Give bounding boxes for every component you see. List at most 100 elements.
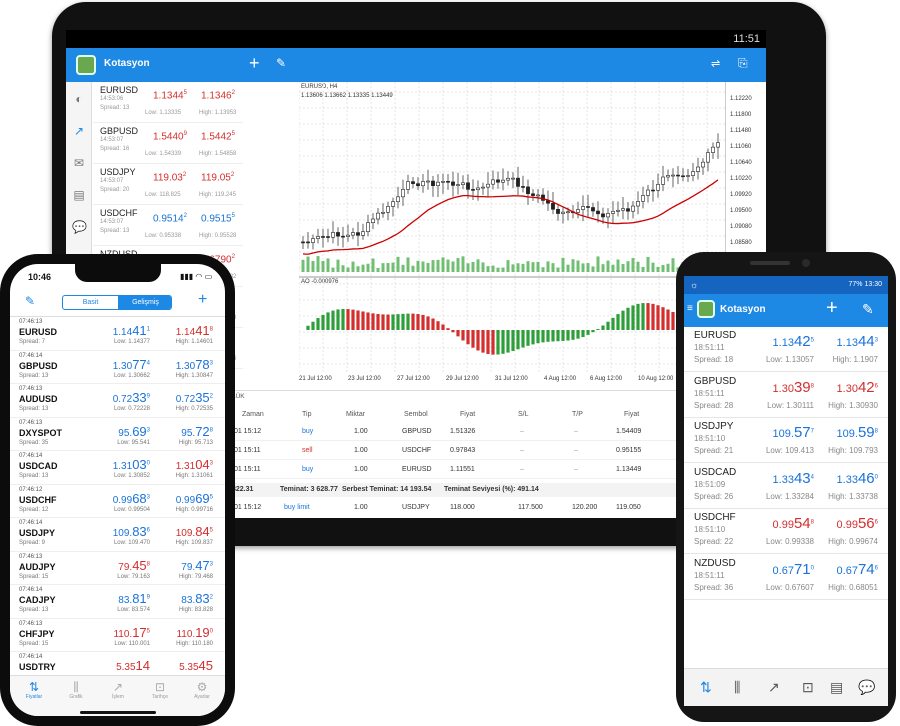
volume-bar bbox=[521, 263, 525, 272]
tab-label: Tarihçe bbox=[151, 694, 169, 700]
volume-bar bbox=[626, 261, 630, 272]
candle-body bbox=[406, 181, 410, 190]
quote-row[interactable]: 07:46:12 USDCHF Spread: 12 0.99683 0.99695 Lo… bbox=[10, 485, 225, 518]
tab-3[interactable]: ⊡ Tarihçe bbox=[140, 680, 180, 700]
quote-row[interactable]: EURUSD 14:53:06 Spread: 13 1.13445 1.13462 Lo… bbox=[93, 82, 243, 123]
bid-pips: 17 bbox=[132, 624, 147, 640]
quote-bid: 0.99683 bbox=[113, 491, 150, 506]
history-tab-icon[interactable]: ⊡ bbox=[802, 679, 814, 696]
quote-row[interactable]: 07:46:14 GBPUSD Spread: 13 1.30774 1.30783 Lo… bbox=[10, 351, 225, 384]
trade-column-header: Tip bbox=[302, 411, 312, 418]
order-cell-time: .01 15:12 bbox=[232, 504, 262, 511]
quote-row[interactable]: 07:46:14 CADJPY Spread: 13 83.819 83.832 Low:… bbox=[10, 585, 225, 619]
volume-bar bbox=[426, 262, 430, 272]
volume-bar bbox=[316, 256, 320, 272]
quote-row[interactable]: 07:46:13 EURUSD Spread: 7 1.14411 1.14418 Low… bbox=[10, 317, 225, 351]
quote-spread: Spread: 16 bbox=[100, 146, 130, 152]
volume-bar bbox=[516, 263, 520, 272]
ask-point: 6 bbox=[874, 519, 878, 526]
quote-row[interactable]: 07:46:13 CHFJPY Spread: 15 110.175 110.190 Lo… bbox=[10, 619, 225, 652]
trade-cell-sl-dash: – bbox=[520, 428, 524, 435]
quote-symbol: USDCAD bbox=[19, 461, 58, 471]
chat-icon[interactable]: 💬 bbox=[72, 220, 87, 234]
price-chart[interactable]: EURUSD, H4 1.13606 1.13662 1.13335 1.134… bbox=[299, 82, 725, 387]
candle-body bbox=[371, 218, 375, 224]
bid-prefix: 0.67 bbox=[772, 564, 794, 577]
ask-pips: 35 bbox=[195, 390, 210, 405]
quote-row[interactable]: GBPUSD 14:53:07 Spread: 16 1.54409 1.54425 Lo… bbox=[93, 123, 243, 164]
order-cell-sl: 117.500 bbox=[518, 504, 543, 511]
bid-pips: 81 bbox=[132, 591, 147, 606]
candle-body bbox=[376, 212, 380, 220]
candle-body bbox=[676, 174, 680, 177]
quote-row[interactable]: EURUSD 18:51:11 Spread: 18 1.13425 1.13443 Lo… bbox=[684, 327, 888, 372]
volume-bar bbox=[401, 264, 405, 272]
chat-tab-icon[interactable]: 💬 bbox=[858, 679, 875, 696]
trade-cell-cur: 1.13449 bbox=[616, 466, 642, 473]
quote-row[interactable]: USDCHF 14:53:07 Spread: 13 0.95142 0.95155 Lo… bbox=[93, 205, 243, 246]
ao-bar bbox=[396, 314, 400, 330]
quotes-tab-icon[interactable]: ⇅ bbox=[700, 679, 712, 696]
edit-pencil-icon[interactable]: ✎ bbox=[276, 56, 286, 70]
quote-row[interactable]: GBPUSD 18:51:11 Spread: 28 1.30398 1.30426 Lo… bbox=[684, 373, 888, 418]
add-symbol-icon[interactable]: + bbox=[249, 53, 260, 74]
quote-row[interactable]: NZDUSD 18:51:11 Spread: 36 0.67710 0.67746 Lo… bbox=[684, 555, 888, 600]
volume-bar bbox=[451, 261, 455, 272]
quote-row[interactable]: 07:46:13 AUDUSD Spread: 13 0.72339 0.72352 Lo… bbox=[10, 384, 225, 418]
ao-bar bbox=[601, 325, 605, 330]
trade-cell-type: buy bbox=[302, 428, 314, 435]
add-symbol-icon[interactable]: + bbox=[826, 297, 838, 320]
bid-main: 119.03 bbox=[153, 172, 183, 184]
bid-pips: 41 bbox=[132, 323, 147, 338]
quote-row[interactable]: USDJPY 18:51:10 Spread: 21 109.577 109.598 Lo… bbox=[684, 418, 888, 463]
quote-row[interactable]: USDCAD 18:51:09 Spread: 26 1.33434 1.33460 Lo… bbox=[684, 464, 888, 509]
quote-time: 07:46:13 bbox=[19, 386, 43, 392]
tab-4[interactable]: ⚙ Ayarlar bbox=[182, 680, 222, 700]
volume-bar bbox=[541, 267, 545, 272]
quotes-icon[interactable]: ◐ bbox=[72, 92, 86, 106]
trade-cell-time: .01 15:11 bbox=[232, 466, 261, 473]
bid-prefix: 0.72 bbox=[112, 394, 133, 405]
quote-spread: Spread: 12 bbox=[19, 506, 49, 513]
sun-icon: ☼ bbox=[690, 280, 699, 290]
chart-icon[interactable]: ↗ bbox=[72, 124, 86, 138]
ao-bar bbox=[366, 312, 370, 330]
quote-row[interactable]: 07:46:14 USDJPY Spread: 9 109.836 109.845 Low… bbox=[10, 518, 225, 552]
tab-0[interactable]: ⇅ Fiyatlar bbox=[14, 680, 54, 700]
candle-body bbox=[716, 142, 720, 148]
quote-row[interactable]: 07:46:14 USDCAD Spread: 13 1.31030 1.31043 Lo… bbox=[10, 451, 225, 485]
trade-cell-symbol: GBPUSD bbox=[402, 428, 432, 435]
edit-pencil-icon[interactable]: ✎ bbox=[25, 294, 35, 308]
edit-pencil-icon[interactable]: ✎ bbox=[862, 301, 874, 318]
new-order-icon[interactable]: ⎘ bbox=[738, 56, 748, 71]
news-icon[interactable]: ▤ bbox=[72, 188, 86, 202]
trade-cell-volume: 1.00 bbox=[354, 447, 368, 454]
add-symbol-icon[interactable]: + bbox=[198, 291, 207, 309]
bid-point: 8 bbox=[810, 519, 814, 526]
quote-row[interactable]: 07:46:13 DXYSPOT Spread: 35 95.693 95.728 Low… bbox=[10, 418, 225, 451]
segment-advanced[interactable]: Gelişmiş bbox=[118, 296, 171, 309]
bid-sup: 5 bbox=[183, 90, 187, 96]
candle-body bbox=[446, 181, 450, 183]
news-tab-icon[interactable]: ▤ bbox=[830, 679, 843, 696]
tab-1[interactable]: ⫼ Grafik bbox=[56, 680, 96, 700]
trade-tab-icon[interactable]: ↗ bbox=[768, 679, 780, 696]
price-tick-label: 1.11800 bbox=[730, 112, 752, 118]
volume-bar bbox=[336, 259, 340, 272]
menu-icon[interactable]: ≡ bbox=[687, 303, 693, 314]
segment-basic[interactable]: Basit bbox=[63, 296, 118, 309]
quote-high: High: 0.95528 bbox=[199, 233, 237, 239]
tab-2[interactable]: ↗ İşlem bbox=[98, 680, 138, 700]
mail-icon[interactable]: ✉ bbox=[72, 156, 86, 170]
ask-prefix: 0.99 bbox=[836, 519, 858, 531]
quote-row[interactable]: USDCHF 18:51:10 Spread: 22 0.99548 0.99566 Lo… bbox=[684, 509, 888, 554]
volume-bar bbox=[381, 263, 385, 272]
quote-high: High: 95.713 bbox=[178, 439, 213, 446]
volume-bar bbox=[671, 258, 675, 272]
quote-row[interactable]: USDJPY 14:53:07 Spread: 20 119.032 119.052 Lo… bbox=[93, 164, 243, 205]
quote-high: High: 119.245 bbox=[199, 192, 236, 198]
chart-tab-icon[interactable]: ⫼ bbox=[734, 679, 740, 696]
candle-body bbox=[631, 205, 635, 212]
quote-row[interactable]: 07:46:13 AUDJPY Spread: 15 79.458 79.473 Low:… bbox=[10, 552, 225, 585]
connect-icon[interactable]: ⇌ bbox=[711, 57, 720, 70]
